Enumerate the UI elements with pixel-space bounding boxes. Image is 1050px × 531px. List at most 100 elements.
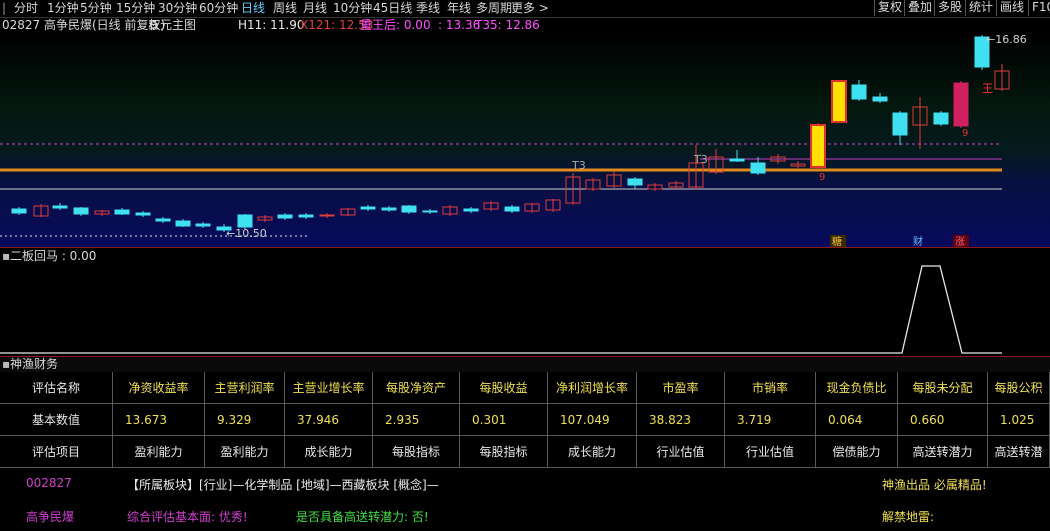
sub-indicator-chart[interactable] bbox=[0, 263, 1050, 356]
period-tab[interactable]: 季线 bbox=[416, 0, 440, 17]
finance-panel-title: 神渔财务 bbox=[10, 357, 59, 371]
column-header: 市盈率 bbox=[637, 372, 725, 404]
period-tab[interactable]: 1分钟 bbox=[47, 0, 79, 17]
category-cell: 成长能力 bbox=[548, 436, 637, 468]
value-cell: 9.329 bbox=[205, 404, 285, 436]
high-price-value: 16.86 bbox=[995, 33, 1027, 46]
candle-body bbox=[277, 214, 293, 219]
stock-name: 高争民爆 bbox=[26, 510, 75, 524]
candle-body bbox=[11, 208, 27, 214]
bottom-tag: 涨 bbox=[955, 236, 965, 247]
column-header: 主营利润率 bbox=[205, 372, 285, 404]
category-cell: 行业估值 bbox=[637, 436, 725, 468]
candle-body bbox=[360, 206, 376, 210]
toolbar-button[interactable]: 统计 bbox=[965, 0, 996, 16]
t35-indicator: T35: 12.86 bbox=[475, 18, 540, 32]
candle-body bbox=[463, 208, 479, 212]
chart-selector-label: 三元主图 bbox=[148, 18, 197, 32]
overall-rating: 综合评估基本面: 优秀! bbox=[127, 510, 248, 524]
candle-body bbox=[401, 205, 417, 213]
toolbar-button[interactable]: 叠加 bbox=[904, 0, 935, 16]
candle-tag: 9 bbox=[962, 128, 968, 139]
value-cell: 13.673 bbox=[113, 404, 205, 436]
period-tab[interactable]: 周线 bbox=[273, 0, 297, 17]
category-cell: 成长能力 bbox=[285, 436, 373, 468]
candle-body bbox=[237, 214, 253, 228]
period-tab[interactable]: 月线 bbox=[303, 0, 327, 17]
slogan: 神渔出品 必属精品! bbox=[882, 478, 987, 492]
period-tab[interactable]: 10分钟 bbox=[333, 0, 372, 17]
sub-indicator-title: 二板回马 : 0.00 bbox=[10, 249, 97, 263]
candle-body bbox=[933, 112, 949, 125]
candle-body bbox=[872, 96, 888, 102]
period-tab[interactable]: 5分钟 bbox=[80, 0, 112, 17]
candle-body bbox=[155, 218, 171, 222]
period-tab[interactable]: 日线 bbox=[241, 0, 265, 17]
category-cell: 盈利能力 bbox=[205, 436, 285, 468]
category-cell: 行业估值 bbox=[725, 436, 816, 468]
column-header: 现金负债比 bbox=[816, 372, 898, 404]
unlock-risk: 解禁地雷: bbox=[882, 510, 935, 524]
sector-line: 【所属板块】[行业]—化学制品 [地域]—西藏板块 [概念]— bbox=[127, 478, 439, 492]
period-tab[interactable]: 45日线 bbox=[373, 0, 412, 17]
mid-indicator-value: : 13.36 bbox=[438, 18, 481, 32]
candle-body bbox=[831, 80, 847, 123]
mid-indicator: 重王后: 0.00 bbox=[360, 18, 431, 32]
high-dividend-potential: 是否具备高送转潜力: 否! bbox=[296, 510, 429, 524]
category-cell: 高送转潜 bbox=[988, 436, 1050, 468]
period-tab[interactable]: 15分钟 bbox=[116, 0, 155, 17]
period-tab[interactable]: 分时 bbox=[14, 0, 38, 17]
period-tab[interactable]: 30分钟 bbox=[158, 0, 197, 17]
candle-body bbox=[892, 112, 908, 136]
value-cell: 0.660 bbox=[898, 404, 988, 436]
candle-body bbox=[627, 178, 643, 186]
candle-body bbox=[381, 207, 397, 211]
toolbar-button[interactable]: 多股 bbox=[934, 0, 965, 16]
column-header: 市销率 bbox=[725, 372, 816, 404]
collapse-icon[interactable]: ▪ bbox=[2, 357, 10, 372]
candle-body bbox=[851, 84, 867, 100]
column-header: 净资收益率 bbox=[113, 372, 205, 404]
candle-body bbox=[114, 209, 130, 215]
column-header: 每股净资产 bbox=[373, 372, 460, 404]
finance-footer: 002827 【所属板块】[行业]—化学制品 [地域]—西藏板块 [概念]— 神… bbox=[0, 468, 1050, 531]
category-cell: 每股指标 bbox=[373, 436, 460, 468]
low-price-value: 10.50 bbox=[235, 227, 267, 240]
value-cell: 2.935 bbox=[373, 404, 460, 436]
row-header: 评估名称 bbox=[0, 372, 113, 404]
candle-tag: 9 bbox=[819, 172, 825, 183]
category-cell: 盈利能力 bbox=[113, 436, 205, 468]
more-periods-button[interactable]: 更多 > bbox=[511, 0, 549, 17]
period-tab[interactable]: 60分钟 bbox=[199, 0, 238, 17]
collapse-icon[interactable]: ▪ bbox=[2, 248, 10, 264]
column-header: 每股公积 bbox=[988, 372, 1050, 404]
category-cell: 高送转潜力 bbox=[898, 436, 988, 468]
candle-body bbox=[175, 220, 191, 227]
low-price-label: ←10.50 bbox=[226, 227, 267, 240]
candle-body bbox=[135, 212, 151, 216]
candle-body bbox=[810, 124, 826, 168]
stock-code: 002827 bbox=[26, 476, 72, 490]
chart-info-line: 02827 高争民爆(日线 前复权) ⚙ 三元主图 H11: 11.90 X12… bbox=[0, 17, 1050, 33]
candle-tag: 王 bbox=[982, 82, 993, 95]
toolbar-button[interactable]: 画线 bbox=[996, 0, 1027, 16]
toolbar-button[interactable]: F10 bbox=[1028, 0, 1050, 16]
period-tab[interactable]: 多周期 bbox=[476, 0, 512, 17]
chevron-right-icon: > bbox=[538, 1, 549, 15]
candlestick-chart[interactable]: T3 T3 9 9 王 ←16.86 ←10.50 糖 财 涨 bbox=[0, 33, 1050, 247]
sub-chart-background bbox=[0, 263, 1050, 356]
toolbar-button[interactable]: 复权 bbox=[874, 0, 905, 16]
bottom-tag: 糖 bbox=[832, 235, 842, 247]
candle-body bbox=[504, 206, 520, 212]
category-cell: 每股指标 bbox=[460, 436, 548, 468]
finance-panel-header: ▪ 神渔财务 bbox=[0, 356, 1050, 372]
toolbar-grip-icon: | bbox=[2, 1, 7, 15]
candle-body bbox=[422, 210, 438, 213]
period-toolbar: | 分时 1分钟 5分钟 15分钟 30分钟 60分钟 日线 周线 月线 10分钟 45日线 季线 年线… bbox=[0, 0, 1050, 18]
period-tab[interactable]: 年线 bbox=[447, 0, 471, 17]
h11-indicator: H11: 11.90 bbox=[238, 18, 305, 32]
column-header: 净利润增长率 bbox=[548, 372, 637, 404]
stock-title: 02827 高争民爆(日线 前复权) bbox=[2, 18, 166, 32]
t3-label: T3 bbox=[693, 153, 708, 166]
category-cell: 偿债能力 bbox=[816, 436, 898, 468]
